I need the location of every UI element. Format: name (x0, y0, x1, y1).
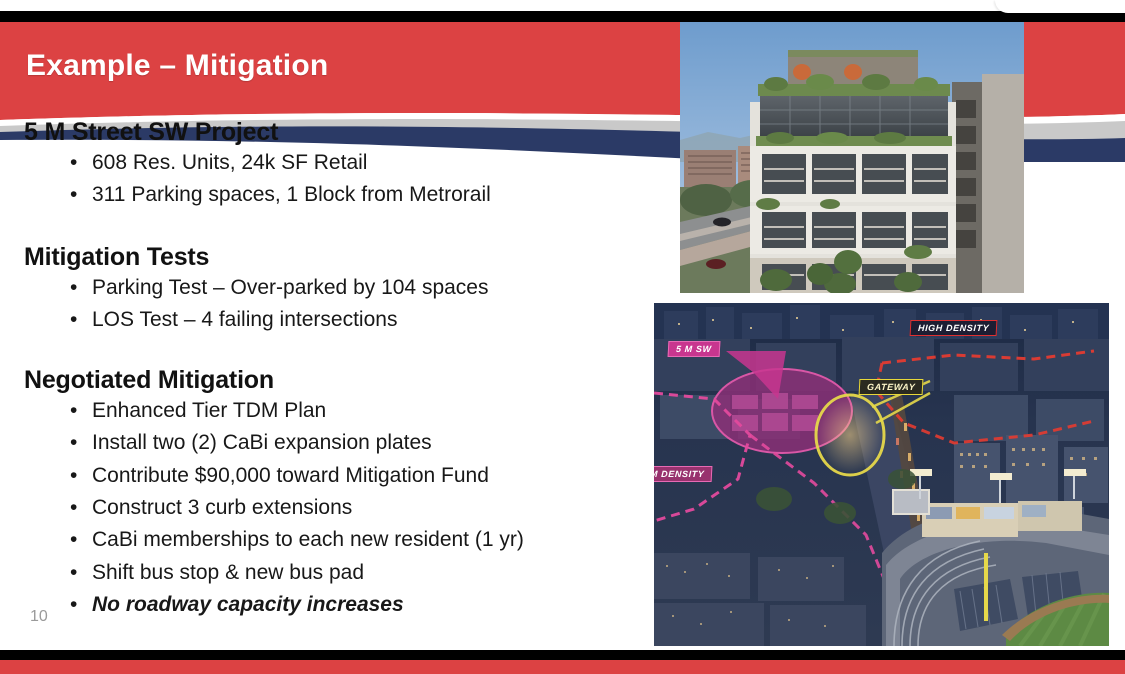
page-number: 10 (30, 608, 48, 625)
bullet-icon: • (70, 183, 78, 207)
list-item-label: Enhanced Tier TDM Plan (92, 399, 327, 423)
list-item: • Parking Test – Over-parked by 104 space… (0, 274, 650, 301)
section-mitigation-tests: Mitigation Tests • Parking Test – Over-pa… (0, 243, 650, 334)
list-item: • Contribute $90,000 toward Mitigation Fu… (0, 462, 650, 489)
bullet-icon: • (70, 528, 78, 552)
bullet-list: • 608 Res. Units, 24k SF Retail • 311 Park… (0, 149, 650, 209)
bullet-icon: • (70, 151, 78, 174)
section-project: 5 M Street SW Project • 608 Res. Units, 2… (0, 118, 650, 209)
section-negotiated-mitigation: Negotiated Mitigation • Enhanced Tier TDM… (0, 366, 650, 618)
list-item-label: 608 Res. Units, 24k SF Retail (92, 151, 368, 174)
building-rendering-photo (680, 22, 1024, 293)
bullet-icon: • (70, 431, 78, 455)
section-heading: 5 M Street SW Project (24, 118, 279, 146)
list-item: • Construct 3 curb extensions (0, 494, 650, 521)
list-item: • LOS Test – 4 failing intersections (0, 306, 650, 333)
list-item-label: Construct 3 curb extensions (92, 496, 353, 520)
bullet-icon: • (70, 275, 78, 299)
bullet-icon: • (70, 399, 78, 423)
top-black-bar (0, 11, 1125, 22)
bottom-black-bar (0, 650, 1125, 660)
list-item-label: No roadway capacity increases (92, 592, 404, 616)
list-item-label: CaBi memberships to each new resident (1… (92, 528, 524, 552)
bullet-icon: • (70, 560, 78, 584)
window-corner-overlay (995, 0, 1125, 13)
list-item-label: Contribute $90,000 toward Mitigation Fun… (92, 463, 489, 487)
slide-canvas: Example – Mitigation 5 M Street SW Proje… (0, 0, 1125, 674)
list-item: • Enhanced Tier TDM Plan (0, 397, 650, 424)
bottom-red-bar (0, 660, 1125, 674)
bullet-list: • Parking Test – Over-parked by 104 space… (0, 274, 650, 334)
section-heading: Mitigation Tests (24, 242, 210, 271)
map-callout-gateway: GATEWAY (858, 379, 924, 395)
bullet-icon: • (70, 463, 78, 487)
section-heading: Negotiated Mitigation (24, 366, 274, 395)
list-item: • Shift bus stop & new bus pad (0, 559, 650, 586)
list-item: • CaBi memberships to each new resident (… (0, 526, 650, 553)
aerial-night-map-photo: 5 M SW HIGH DENSITY GATEWAY M DENSITY (654, 303, 1109, 646)
bullet-icon: • (70, 496, 78, 520)
map-callout-high-density: HIGH DENSITY (909, 320, 998, 336)
list-item: • 311 Parking spaces, 1 Block from Metror… (0, 181, 650, 208)
list-item-label: 311 Parking spaces, 1 Block from Metrora… (92, 183, 491, 207)
list-item: • 608 Res. Units, 24k SF Retail (0, 149, 650, 176)
list-item: • Install two (2) CaBi expansion plates (0, 429, 650, 456)
bullet-icon: • (70, 307, 78, 331)
map-callout-5m-sw: 5 M SW (667, 341, 721, 357)
bullet-icon: • (70, 592, 78, 616)
page-title: Example – Mitigation (26, 49, 329, 83)
bullet-list: • Enhanced Tier TDM Plan • Install two (2)… (0, 397, 650, 618)
list-item: • No roadway capacity increases (0, 591, 650, 618)
top-white-strip (0, 0, 1125, 11)
list-item-label: LOS Test – 4 failing intersections (92, 307, 398, 331)
list-item-label: Shift bus stop & new bus pad (92, 560, 365, 584)
list-item-label: Install two (2) CaBi expansion plates (92, 431, 432, 455)
list-item-label: Parking Test – Over-parked by 104 spaces (92, 275, 489, 299)
map-callout-medium-density: M DENSITY (654, 466, 713, 482)
content-column: 5 M Street SW Project • 608 Res. Units, 2… (0, 118, 650, 623)
